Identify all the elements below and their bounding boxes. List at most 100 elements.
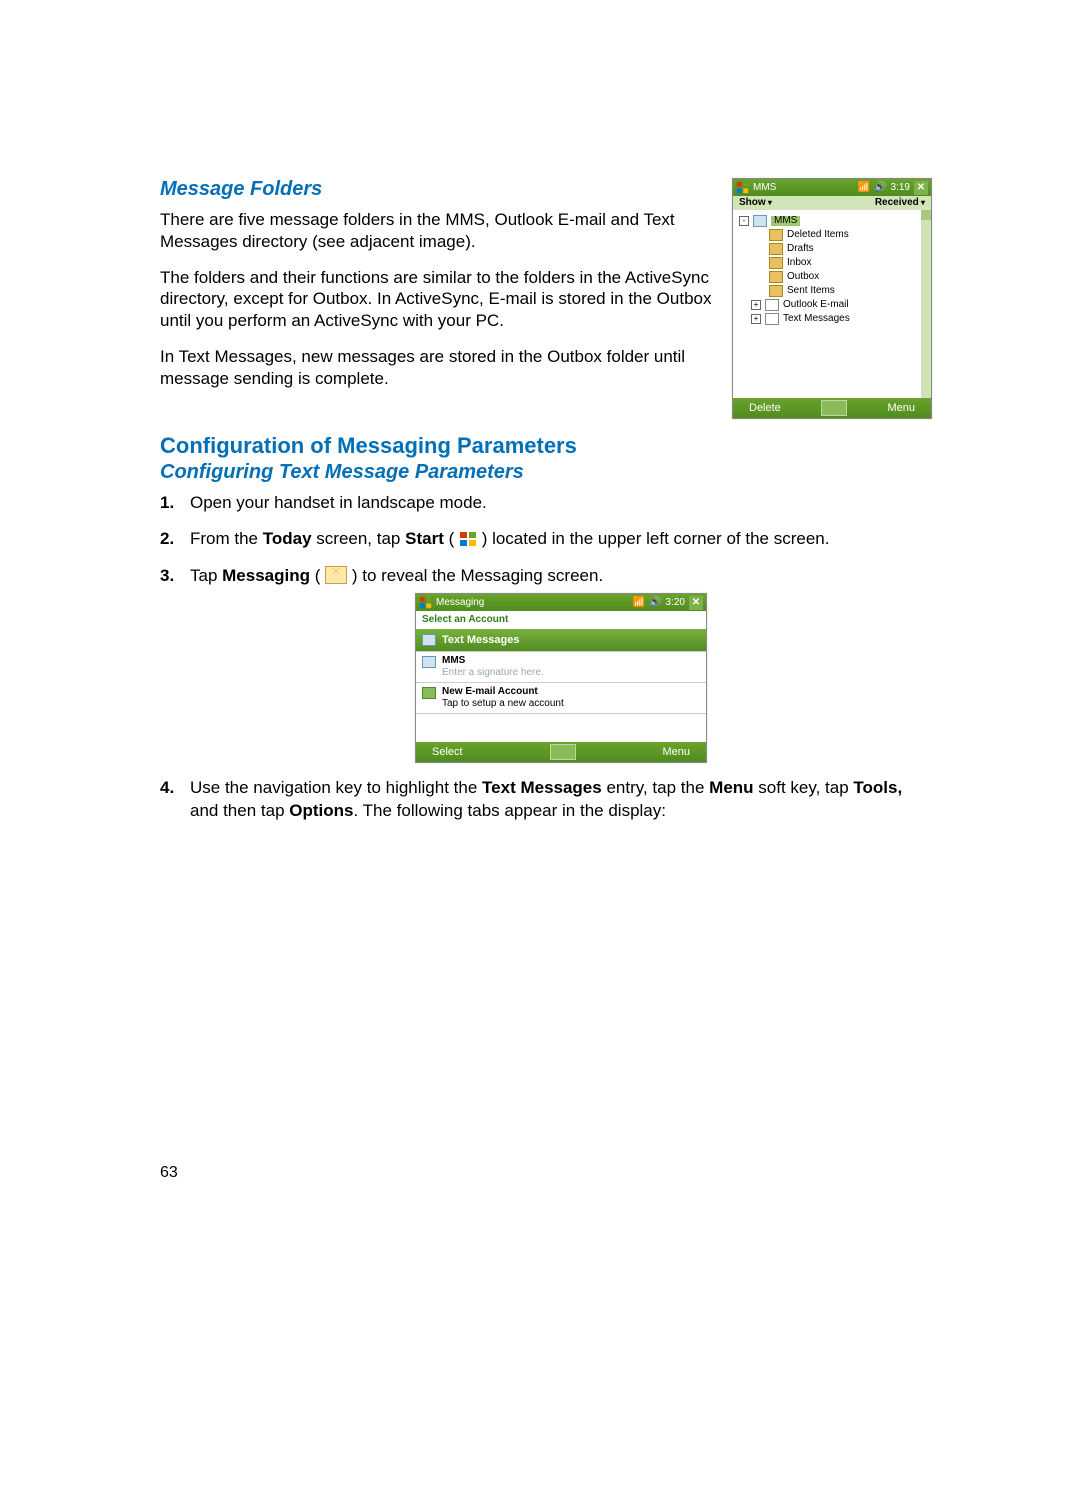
windows-flag-icon — [419, 596, 432, 609]
empty-space — [416, 713, 706, 742]
tree-label: Text Messages — [783, 314, 850, 324]
tree-item-outbox: Outbox — [739, 270, 925, 284]
step-number: 1. — [160, 492, 174, 514]
shot1-subbar: Show Received — [733, 196, 931, 210]
account-text-messages: Text Messages — [416, 629, 706, 651]
account-mms: MMS Enter a signature here. — [416, 651, 706, 682]
steps-list: 1. Open your handset in landscape mode. … — [160, 492, 932, 822]
tree-item-sent: Sent Items — [739, 284, 925, 298]
account-new-email: New E-mail Account Tap to setup a new ac… — [416, 682, 706, 713]
scrollbar — [921, 210, 931, 398]
shot2-title: Messaging — [436, 598, 484, 608]
step-4: 4. Use the navigation key to highlight t… — [190, 777, 932, 822]
step-text-part: Use the navigation key to highlight the — [190, 778, 482, 797]
account-sub: Tap to setup a new account — [442, 699, 564, 709]
step-number: 3. — [160, 565, 174, 587]
step-text-part: entry, tap the — [602, 778, 709, 797]
folder-icon — [769, 229, 783, 241]
folder-icon — [769, 243, 783, 255]
today-bold: Today — [263, 529, 312, 548]
tools-bold: Tools, — [853, 778, 902, 797]
mail-folder-icon — [765, 299, 779, 311]
account-label: New E-mail Account — [442, 687, 564, 697]
softkey-menu: Menu — [662, 747, 690, 758]
close-icon: ✕ — [689, 596, 703, 610]
heading-config-text: Configuring Text Message Parameters — [160, 461, 932, 484]
tree-mms: MMS — [771, 216, 800, 226]
messaging-bold: Messaging — [222, 566, 310, 585]
step-3: 3. Tap Messaging ( ) to reveal the Messa… — [190, 565, 932, 763]
softkey-delete: Delete — [749, 403, 781, 414]
collapse-icon: - — [739, 216, 749, 226]
step-text-part: Tap — [190, 566, 222, 585]
close-icon: ✕ — [914, 181, 928, 195]
screenshot-mms-folders: MMS 📶 🔊 3:19 ✕ Show Received - MMS Delet… — [732, 178, 932, 419]
text-messages-icon — [422, 634, 436, 646]
step-text-part: and then tap — [190, 801, 289, 820]
manual-page: Message Folders There are five message f… — [0, 0, 1080, 896]
step-text-part: ( — [310, 566, 325, 585]
shot2-time: 3:20 — [666, 598, 685, 608]
tree-textmsg: + Text Messages — [739, 312, 925, 326]
step-number: 2. — [160, 528, 174, 550]
tree-label: Drafts — [787, 244, 814, 254]
page-number: 63 — [160, 1164, 178, 1182]
signal-icon: 📶 — [633, 598, 645, 608]
step-2: 2. From the Today screen, tap Start ( ) … — [190, 528, 932, 550]
account-label: Text Messages — [442, 635, 519, 646]
shot1-show: Show — [739, 198, 772, 208]
signature-placeholder: Enter a signature here. — [442, 668, 544, 678]
paragraph-3: In Text Messages, new messages are store… — [160, 346, 718, 390]
mail-folder-icon — [765, 313, 779, 325]
options-bold: Options — [289, 801, 353, 820]
mms-folder-icon — [753, 215, 767, 227]
step-1: 1. Open your handset in landscape mode. — [190, 492, 932, 514]
step-text-part: ) to reveal the Messaging screen. — [347, 566, 603, 585]
shot1-body: - MMS Deleted Items Drafts Inbox Outbox … — [733, 210, 931, 398]
top-text-block: Message Folders There are five message f… — [160, 178, 718, 403]
step-text-part: ( — [444, 529, 459, 548]
new-account-icon — [422, 687, 436, 699]
keyboard-icon — [821, 400, 847, 416]
shot2-title-bar: Messaging 📶 🔊 3:20 ✕ — [416, 594, 706, 611]
tree-label: Sent Items — [787, 286, 835, 296]
step-text-part: From the — [190, 529, 263, 548]
start-flag-icon — [459, 531, 477, 547]
folder-icon — [769, 285, 783, 297]
tree-label: Outbox — [787, 272, 819, 282]
tree-label: Inbox — [787, 258, 811, 268]
screenshot-messaging-accounts: Messaging 📶 🔊 3:20 ✕ Select an Account T… — [415, 593, 707, 763]
start-bold: Start — [405, 529, 444, 548]
tree-outlook: + Outlook E-mail — [739, 298, 925, 312]
expand-icon: + — [751, 300, 761, 310]
tree-item-inbox: Inbox — [739, 256, 925, 270]
menu-bold: Menu — [709, 778, 753, 797]
text-messages-bold: Text Messages — [482, 778, 602, 797]
shot1-received: Received — [875, 198, 925, 208]
step-text-part: screen, tap — [312, 529, 406, 548]
step-text-part: . The following tabs appear in the displ… — [353, 801, 666, 820]
volume-icon: 🔊 — [649, 598, 661, 608]
expand-icon: + — [751, 314, 761, 324]
keyboard-icon — [550, 744, 576, 760]
messaging-envelope-icon — [325, 566, 347, 584]
step-text: Open your handset in landscape mode. — [190, 493, 487, 512]
step-text-part: soft key, tap — [754, 778, 854, 797]
shot1-title-bar: MMS 📶 🔊 3:19 ✕ — [733, 179, 931, 196]
signal-icon: 📶 — [858, 183, 870, 193]
windows-flag-icon — [736, 181, 749, 194]
shot2-softkeys: Select Menu — [416, 742, 706, 762]
account-label: MMS — [442, 656, 544, 666]
heading-message-folders: Message Folders — [160, 178, 718, 201]
tree-label: Deleted Items — [787, 230, 849, 240]
mms-icon — [422, 656, 436, 668]
paragraph-1: There are five message folders in the MM… — [160, 209, 718, 253]
shot1-time: 3:19 — [891, 183, 910, 193]
step-text-part: ) located in the upper left corner of th… — [477, 529, 829, 548]
softkey-menu: Menu — [887, 403, 915, 414]
tree-item-drafts: Drafts — [739, 242, 925, 256]
tree-root: - MMS — [739, 214, 925, 228]
tree-label: Outlook E-mail — [783, 300, 849, 310]
top-row: Message Folders There are five message f… — [160, 178, 932, 419]
paragraph-2: The folders and their functions are simi… — [160, 267, 718, 332]
